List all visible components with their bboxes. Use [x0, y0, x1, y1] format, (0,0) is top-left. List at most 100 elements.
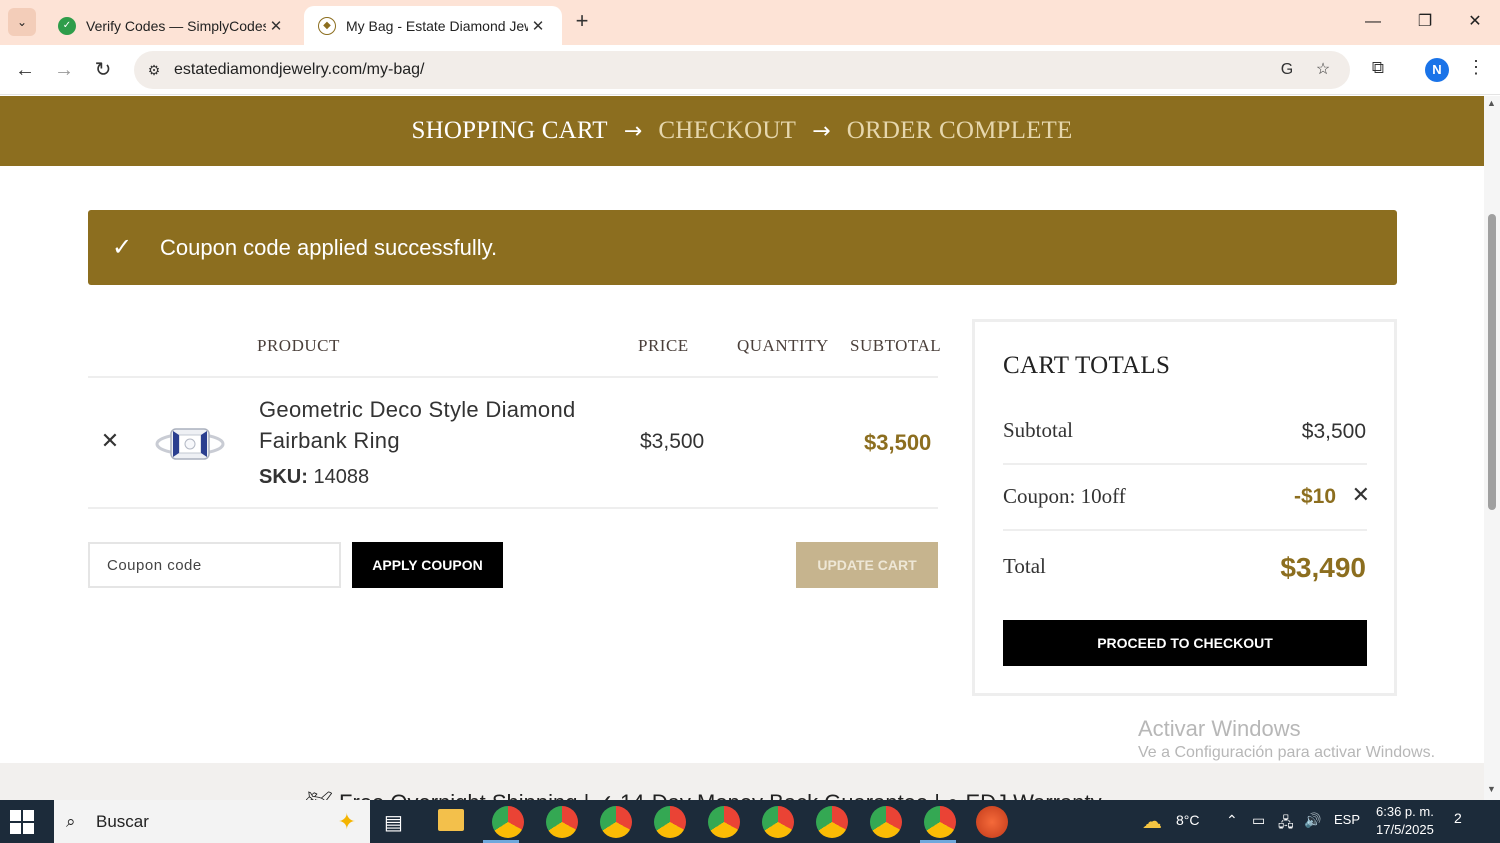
divider	[88, 376, 938, 378]
translate-icon[interactable]: G	[1276, 59, 1298, 81]
step-arrow: →	[812, 118, 831, 144]
chrome-app-icon[interactable]	[654, 806, 686, 838]
step-shopping-cart: SHOPPING CART	[411, 117, 608, 144]
product-sku: SKU: 14088	[259, 466, 369, 489]
scroll-up-arrow-icon[interactable]: ▲	[1487, 98, 1496, 108]
step-order-complete: ORDER COMPLETE	[846, 117, 1073, 144]
profile-avatar[interactable]: N	[1425, 58, 1449, 82]
chrome-app-icon[interactable]	[492, 806, 524, 838]
taskbar-search-box[interactable]: ⌕ Buscar ✦	[54, 800, 370, 843]
total-value: $3,490	[1280, 552, 1366, 583]
task-view-icon[interactable]: ▤	[384, 810, 403, 835]
footer-benefits: 🛩 Free Overnight Shipping | ✓ 14-Day Mon…	[305, 790, 1102, 800]
network-icon[interactable]: 🖧	[1278, 812, 1294, 836]
chrome-app-icon[interactable]	[546, 806, 578, 838]
proceed-to-checkout-button[interactable]: PROCEED TO CHECKOUT	[1003, 620, 1367, 666]
subtotal-value: $3,500	[1301, 420, 1366, 443]
column-header-price: PRICE	[638, 336, 689, 355]
volume-icon[interactable]: 🔊	[1304, 812, 1321, 829]
tab-title: Verify Codes — SimplyCodes	[86, 17, 266, 34]
divider	[88, 507, 938, 509]
chrome-app-icon[interactable]	[600, 806, 632, 838]
tab-search-button[interactable]: ⌄	[8, 8, 36, 36]
checkout-steps: SHOPPING CART → CHECKOUT → ORDER COMPLET…	[0, 96, 1484, 166]
subtotal-label: Subtotal	[1003, 418, 1074, 442]
checkmark-icon: ✓	[112, 234, 133, 261]
page-scrollbar[interactable]: ▲ ▼	[1484, 96, 1500, 800]
close-window-icon[interactable]: ✕	[1460, 8, 1490, 36]
chrome-app-icon[interactable]	[870, 806, 902, 838]
tab-verify-codes[interactable]: ✓ Verify Codes — SimplyCodes ✕	[44, 6, 300, 45]
clock-time: 6:36 p. m.	[1376, 804, 1434, 819]
search-icon: ⌕	[66, 811, 76, 831]
close-tab-icon[interactable]: ✕	[266, 17, 286, 35]
sku-value: 14088	[313, 466, 370, 488]
sparkle-icon: ✦	[337, 808, 356, 834]
step-arrow: →	[623, 118, 643, 144]
activate-windows-title: Activar Windows	[1138, 716, 1301, 741]
simplycodes-favicon-icon: ✓	[58, 16, 76, 35]
activate-windows-subtitle: Ve a Configuración para activar Windows.	[1138, 744, 1436, 761]
system-clock[interactable]: 6:36 p. m. 17/5/2025	[1376, 803, 1434, 839]
meet-now-icon[interactable]: ▭	[1252, 812, 1265, 829]
product-name-link[interactable]: Geometric Deco Style Diamond Fairbank Ri…	[259, 394, 629, 456]
divider	[1003, 463, 1367, 465]
tab-title: My Bag - Estate Diamond Jewel	[346, 17, 528, 34]
chevron-up-icon[interactable]: ⌃	[1226, 812, 1238, 829]
estate-diamond-favicon-icon: ◆	[318, 16, 336, 35]
browser-toolbar: ← → ↻ ⚙ estatediamondjewelry.com/my-bag/…	[0, 45, 1500, 95]
taskbar-search-text: Buscar	[96, 811, 149, 831]
notice-message: Coupon code applied successfully.	[160, 234, 498, 260]
coupon-code-input[interactable]	[88, 542, 341, 588]
coupon-label: Coupon: 10off	[1003, 484, 1126, 508]
address-bar[interactable]: ⚙ estatediamondjewelry.com/my-bag/ G ☆	[134, 51, 1350, 89]
cart-totals-heading: CART TOTALS	[1003, 352, 1171, 379]
url-text[interactable]: estatediamondjewelry.com/my-bag/	[174, 61, 424, 79]
cart-totals-panel: CART TOTALS Subtotal $3,500 Coupon: 10of…	[972, 319, 1397, 696]
chrome-app-icon[interactable]	[762, 806, 794, 838]
chrome-app-icon[interactable]	[924, 806, 956, 838]
windows-start-icon[interactable]	[8, 808, 36, 836]
total-label: Total	[1003, 554, 1046, 578]
sku-label: SKU:	[259, 466, 308, 488]
weather-icon[interactable]: ☁	[1142, 809, 1162, 834]
scroll-down-arrow-icon[interactable]: ▼	[1487, 784, 1496, 794]
update-cart-button[interactable]: UPDATE CART	[796, 542, 938, 588]
column-header-product: PRODUCT	[257, 336, 340, 355]
clock-date: 17/5/2025	[1376, 822, 1434, 837]
browser-menu-icon[interactable]: ⋮	[1466, 57, 1486, 83]
item-subtotal: $3,500	[864, 430, 932, 455]
restore-icon[interactable]: ❐	[1410, 8, 1440, 36]
app-icon[interactable]	[976, 806, 1008, 838]
divider	[1003, 529, 1367, 531]
bookmark-star-icon[interactable]: ☆	[1312, 59, 1334, 81]
tab-strip: ⌄ ✓ Verify Codes — SimplyCodes ✕ ◆ My Ba…	[0, 0, 1500, 45]
new-tab-plus-icon[interactable]: +	[570, 10, 594, 34]
extensions-puzzle-icon[interactable]: ⧉	[1366, 58, 1390, 82]
success-notice: ✓ Coupon code applied successfully.	[88, 210, 1397, 285]
forward-arrow-icon[interactable]: →	[51, 57, 77, 83]
language-indicator[interactable]: ESP	[1334, 812, 1360, 827]
file-explorer-icon[interactable]	[438, 809, 464, 831]
apply-coupon-button[interactable]: APPLY COUPON	[352, 542, 503, 588]
chrome-app-icon[interactable]	[816, 806, 848, 838]
minimize-icon[interactable]: —	[1358, 8, 1388, 36]
close-tab-icon[interactable]: ✕	[528, 17, 548, 35]
notification-count: 2	[1454, 810, 1462, 826]
remove-item-icon[interactable]: ✕	[98, 429, 122, 453]
chrome-app-icon[interactable]	[708, 806, 740, 838]
scroll-thumb[interactable]	[1488, 214, 1496, 510]
remove-coupon-icon[interactable]: ✕	[1352, 482, 1370, 508]
step-checkout: CHECKOUT	[658, 117, 797, 144]
temperature-text[interactable]: 8°C	[1176, 812, 1200, 828]
item-price: $3,500	[640, 430, 705, 453]
tab-my-bag[interactable]: ◆ My Bag - Estate Diamond Jewel ✕	[304, 6, 562, 45]
site-info-icon[interactable]: ⚙	[144, 62, 164, 79]
web-page: SHOPPING CART → CHECKOUT → ORDER COMPLET…	[0, 96, 1484, 800]
column-header-quantity: QUANTITY	[737, 336, 829, 355]
back-arrow-icon[interactable]: ←	[12, 57, 38, 83]
ring-product-image[interactable]	[155, 418, 225, 470]
coupon-discount-value: -$10	[1293, 485, 1336, 508]
notifications-icon[interactable]: 2	[1454, 810, 1462, 826]
reload-icon[interactable]: ↻	[90, 57, 116, 83]
